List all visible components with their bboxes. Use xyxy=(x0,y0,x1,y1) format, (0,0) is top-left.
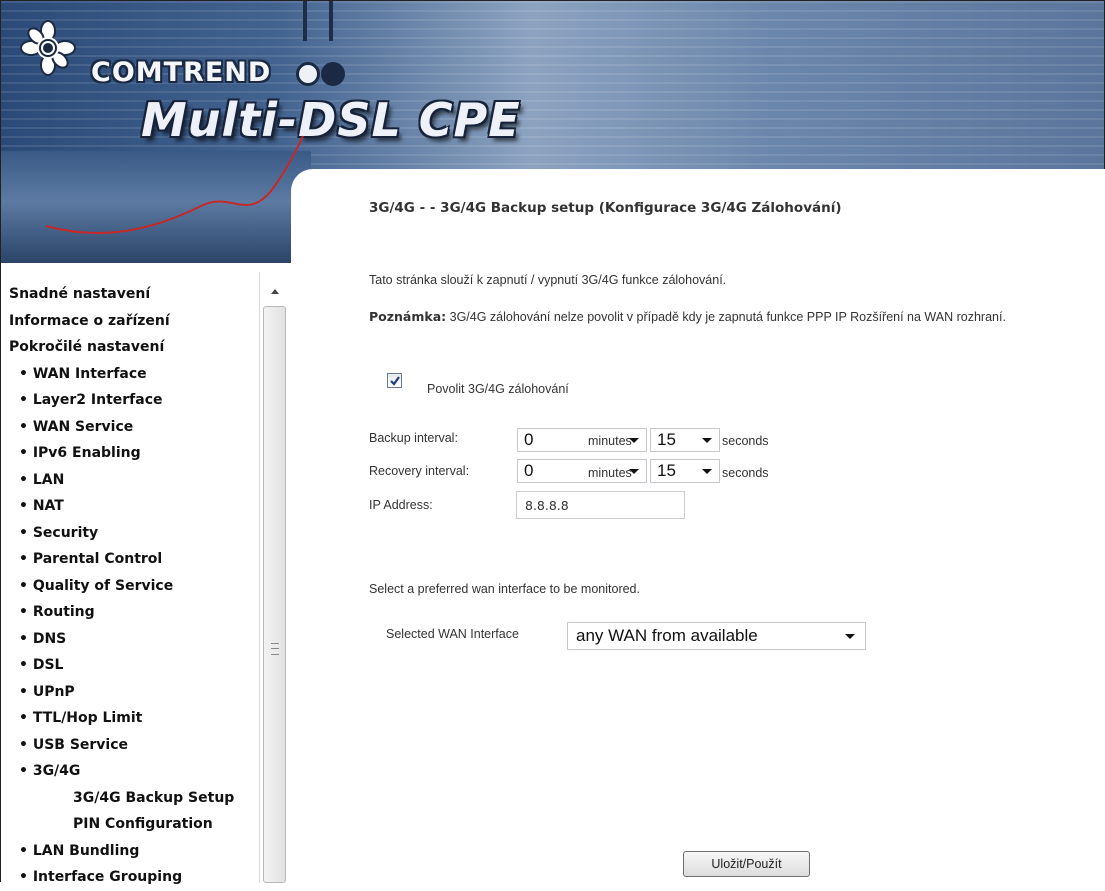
sidebar-item-lan[interactable]: • LAN xyxy=(9,467,234,494)
checkmark-icon xyxy=(390,376,400,386)
comtrend-logo-icon xyxy=(20,20,76,76)
sidebar-item-wan-service[interactable]: • WAN Service xyxy=(9,414,234,441)
sidebar-item-parental-control[interactable]: • Parental Control xyxy=(9,546,234,573)
wan-interface-select[interactable]: any WAN from available xyxy=(567,622,866,650)
chevron-down-icon xyxy=(702,438,712,443)
backup-minutes-value: 0 xyxy=(524,430,534,449)
sidebar-item-interface-grouping[interactable]: • Interface Grouping xyxy=(9,864,234,891)
scrollbar-thumb[interactable] xyxy=(263,306,286,883)
banner-decoration xyxy=(303,1,333,41)
chevron-down-icon xyxy=(702,469,712,474)
sidebar-item-nat[interactable]: • NAT xyxy=(9,493,234,520)
sidebar-item-upnp[interactable]: • UPnP xyxy=(9,679,234,706)
recovery-interval-label: Recovery interval: xyxy=(369,464,470,478)
sidebar-item-pokro-il-nastaven[interactable]: Pokročilé nastavení xyxy=(9,334,234,361)
ip-address-input[interactable] xyxy=(516,491,685,519)
wan-interface-label: Selected WAN Interface xyxy=(386,627,519,641)
backup-interval-label: Backup interval: xyxy=(369,431,458,445)
page-title: 3G/4G - - 3G/4G Backup setup (Konfigurac… xyxy=(369,200,842,216)
sidebar-item-snadn-nastaven[interactable]: Snadné nastavení xyxy=(9,281,234,308)
swoosh-decoration xyxy=(45,135,304,235)
backup-seconds-unit: seconds xyxy=(722,434,769,448)
sidebar-item-informace-o-za-zen[interactable]: Informace o zařízení xyxy=(9,308,234,335)
sidebar-item-lan-bundling[interactable]: • LAN Bundling xyxy=(9,838,234,865)
sidebar-item-dsl[interactable]: • DSL xyxy=(9,652,234,679)
wan-interface-value: any WAN from available xyxy=(576,626,758,645)
sidebar: Snadné nastavení Informace o zařízení Pokr… xyxy=(1,263,291,885)
sidebar-item-dns[interactable]: • DNS xyxy=(9,626,234,653)
sidebar-item-routing[interactable]: • Routing xyxy=(9,599,234,626)
sidebar-item-3g-4g-backup-setup[interactable]: 3G/4G Backup Setup xyxy=(9,785,234,812)
ip-address-label: IP Address: xyxy=(369,498,433,512)
logo-dot-icon xyxy=(321,62,345,86)
logo-ring-icon xyxy=(296,62,320,86)
recovery-seconds-value: 15 xyxy=(657,461,676,480)
scroll-up-arrow-icon[interactable] xyxy=(271,289,279,294)
recovery-seconds-unit: seconds xyxy=(722,466,769,480)
chevron-down-icon xyxy=(845,634,855,639)
page-description: Tato stránka slouží k zapnutí / vypnutí … xyxy=(369,273,727,287)
sidebar-scrollbar[interactable] xyxy=(259,272,290,883)
sidebar-item-3g-4g[interactable]: • 3G/4G xyxy=(9,758,234,785)
sidebar-menu: Snadné nastavení Informace o zařízení Pokr… xyxy=(9,281,234,891)
enable-backup-label: Povolit 3G/4G zálohování xyxy=(427,382,569,396)
enable-backup-checkbox[interactable] xyxy=(387,373,402,388)
sidebar-item-wan-interface[interactable]: • WAN Interface xyxy=(9,361,234,388)
sidebar-item-ttl-hop-limit[interactable]: • TTL/Hop Limit xyxy=(9,705,234,732)
note-text: 3G/4G zálohování nelze povolit v případě… xyxy=(446,310,1006,324)
apply-button[interactable]: Uložit/Použít xyxy=(683,851,810,877)
sidebar-item-ipv6-enabling[interactable]: • IPv6 Enabling xyxy=(9,440,234,467)
page-note: Poznámka: 3G/4G zálohování nelze povolit… xyxy=(369,309,1105,325)
backup-seconds-value: 15 xyxy=(657,430,676,449)
brand-name: COMTREND xyxy=(91,57,272,88)
sidebar-item-quality-of-service[interactable]: • Quality of Service xyxy=(9,573,234,600)
scroll-grip-icon xyxy=(271,643,279,655)
sidebar-item-layer2-interface[interactable]: • Layer2 Interface xyxy=(9,387,234,414)
sidebar-item-security[interactable]: • Security xyxy=(9,520,234,547)
wan-hint-text: Select a preferred wan interface to be m… xyxy=(369,582,640,596)
sidebar-item-usb-service[interactable]: • USB Service xyxy=(9,732,234,759)
backup-seconds-select[interactable]: 15 xyxy=(650,428,720,452)
sidebar-item-pin-configuration[interactable]: PIN Configuration xyxy=(9,811,234,838)
recovery-minutes-unit: minutes xyxy=(588,466,632,480)
note-label: Poznámka: xyxy=(369,309,447,324)
backup-minutes-unit: minutes xyxy=(588,434,632,448)
recovery-seconds-select[interactable]: 15 xyxy=(650,459,720,483)
recovery-minutes-value: 0 xyxy=(524,461,534,480)
